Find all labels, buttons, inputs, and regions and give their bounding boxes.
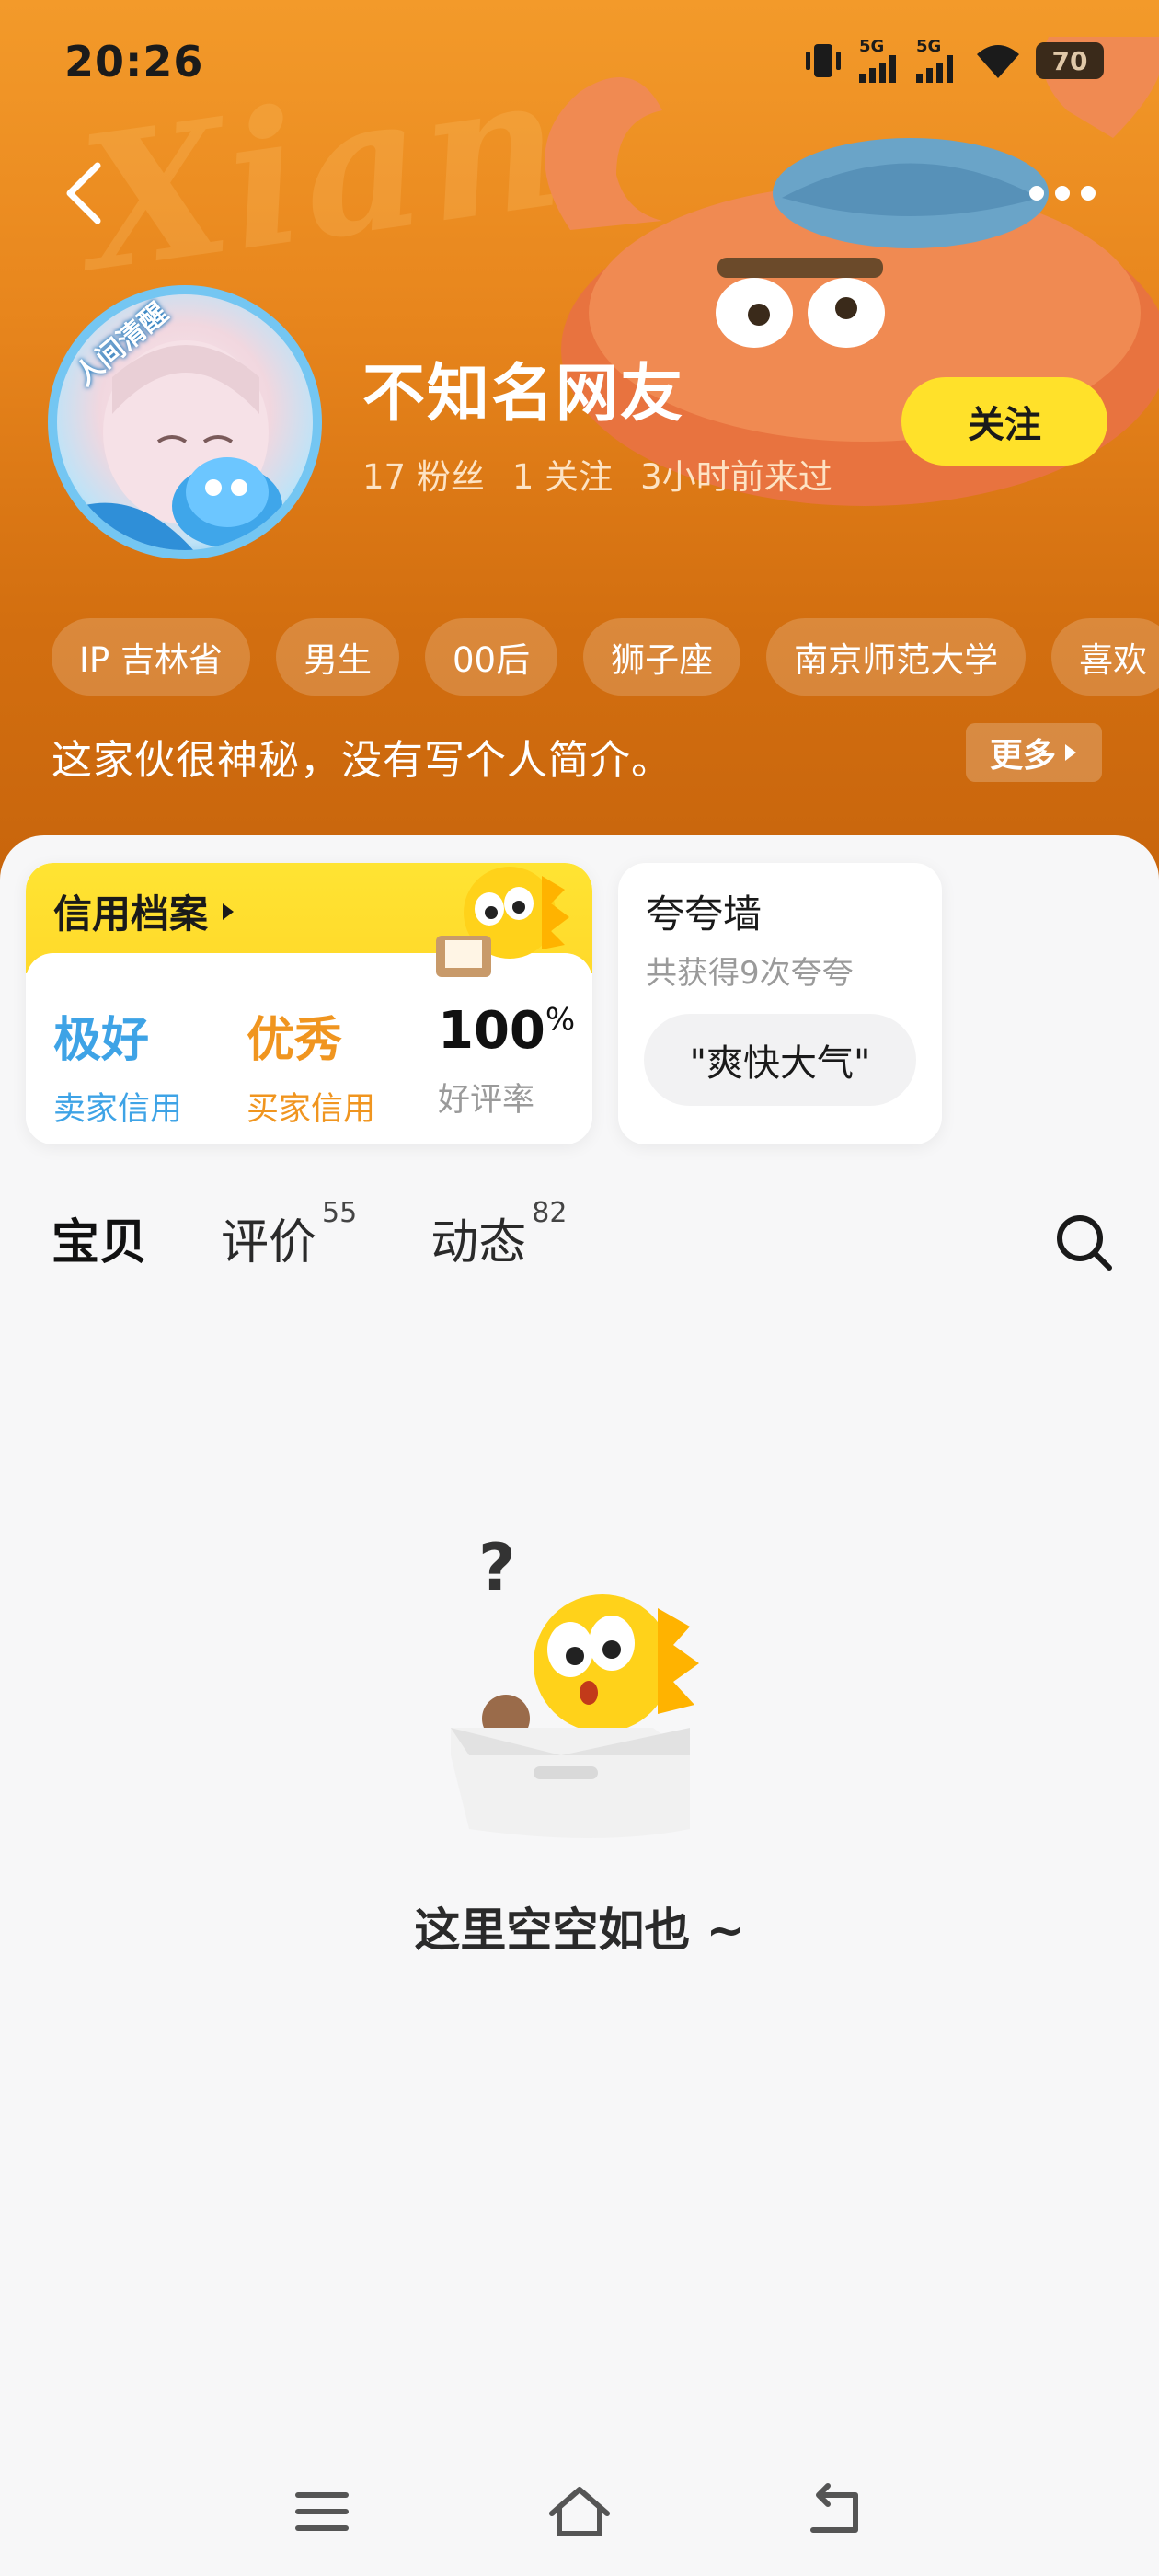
- tag-likes[interactable]: 喜欢: [1051, 618, 1159, 696]
- fish-mascot-icon: [436, 867, 569, 977]
- tab-reviews-label: 评价: [221, 1215, 317, 1271]
- follow-button[interactable]: 关注: [901, 377, 1107, 466]
- back-nav-icon[interactable]: [800, 2475, 874, 2548]
- credit-card[interactable]: 信用档案 极好 卖家信用 优秀 买家信用 100% 好评率: [26, 863, 592, 1144]
- signal-icon-2: 5G: [916, 39, 960, 83]
- bio-more-label: 更多: [989, 737, 1056, 775]
- empty-box-mascot-illustration: ?: [451, 1530, 699, 1838]
- empty-state-text: 这里空空如也 ~: [414, 1903, 745, 1957]
- praise-wall-title: 夸夸墙: [646, 891, 763, 937]
- good-rate-label: 好评率: [438, 1082, 535, 1119]
- status-bar: 20:26 5G 5G 70: [0, 0, 1159, 129]
- profile-header: Xian 20:26 5G 5G 70 人间清醒 不知名网友 17 粉丝 1 关…: [0, 0, 1159, 883]
- good-rate-value: 100%: [438, 1001, 575, 1061]
- status-icons: 5G 5G 70: [800, 39, 1104, 83]
- svg-text:?: ?: [478, 1530, 516, 1605]
- tab-activity-count: 82: [532, 1196, 568, 1229]
- user-name: 不知名网友: [362, 358, 685, 431]
- status-time: 20:26: [64, 37, 204, 86]
- search-icon[interactable]: [1052, 1211, 1117, 1275]
- vibrate-icon: [806, 44, 841, 77]
- tag-age[interactable]: 00后: [425, 618, 558, 696]
- buyer-credit-label: 买家信用: [247, 1091, 376, 1128]
- good-rate-number: 100: [438, 1001, 545, 1061]
- wifi-icon: [977, 45, 1019, 78]
- seller-credit-rating: 极好: [53, 1013, 150, 1068]
- tab-reviews-count: 55: [322, 1196, 358, 1229]
- avatar[interactable]: 人间清醒: [48, 285, 322, 559]
- tag-school[interactable]: 南京师范大学: [766, 618, 1027, 696]
- more-dots-icon[interactable]: [1021, 175, 1104, 212]
- good-rate: 100% 好评率: [438, 1001, 575, 1121]
- buyer-credit: 优秀 买家信用: [247, 1001, 375, 1130]
- user-stats: 17 粉丝 1 关注 3小时前来过: [362, 449, 832, 499]
- network-type-2: 5G: [916, 37, 942, 56]
- praise-wall-card[interactable]: 夸夸墙 共获得9次夸夸 "爽快大气": [618, 863, 942, 1144]
- caret-right-icon: [1065, 744, 1076, 761]
- content-sheet: 信用档案 极好 卖家信用 优秀 买家信用 100% 好评率 夸夸墙 共获得9次夸…: [0, 835, 1159, 2576]
- buyer-credit-rating: 优秀: [247, 1013, 343, 1068]
- signal-icon: 5G: [859, 39, 903, 83]
- battery-icon: 70: [1036, 42, 1104, 79]
- seller-credit: 极好 卖家信用: [53, 1001, 182, 1130]
- tab-activity[interactable]: 动态82: [430, 1197, 567, 1272]
- tab-items[interactable]: 宝贝: [52, 1203, 159, 1272]
- bio-text: 这家伙很神秘，没有写个人简介。: [52, 737, 672, 784]
- last-seen: 3小时前来过: [640, 457, 832, 497]
- bio-more-button[interactable]: 更多: [966, 723, 1102, 782]
- praise-wall-subtitle: 共获得9次夸夸: [646, 955, 854, 992]
- credit-title[interactable]: 信用档案: [53, 883, 235, 939]
- good-rate-unit: %: [545, 1001, 576, 1039]
- tag-gender[interactable]: 男生: [276, 618, 399, 696]
- seller-credit-label: 卖家信用: [53, 1091, 183, 1128]
- network-type-1: 5G: [859, 37, 885, 56]
- tab-items-label: 宝贝: [52, 1215, 148, 1271]
- tab-reviews[interactable]: 评价55: [221, 1197, 357, 1272]
- tag-ip[interactable]: IP 吉林省: [52, 618, 250, 696]
- home-icon[interactable]: [543, 2475, 616, 2548]
- profile-tags: IP 吉林省 男生 00后 狮子座 南京师范大学 喜欢: [52, 618, 1159, 696]
- credit-title-label: 信用档案: [53, 891, 209, 937]
- following-count[interactable]: 1 关注: [512, 449, 613, 499]
- menu-icon[interactable]: [285, 2475, 359, 2548]
- system-nav-bar: [0, 2447, 1159, 2576]
- caret-right-icon: [223, 903, 235, 920]
- followers-count[interactable]: 17 粉丝: [362, 449, 485, 499]
- back-arrow-icon[interactable]: [57, 156, 112, 230]
- tab-activity-label: 动态: [430, 1215, 527, 1271]
- praise-chip[interactable]: "爽快大气": [644, 1014, 916, 1106]
- tag-zodiac[interactable]: 狮子座: [583, 618, 741, 696]
- content-tabs: 宝贝 评价55 动态82: [52, 1197, 567, 1272]
